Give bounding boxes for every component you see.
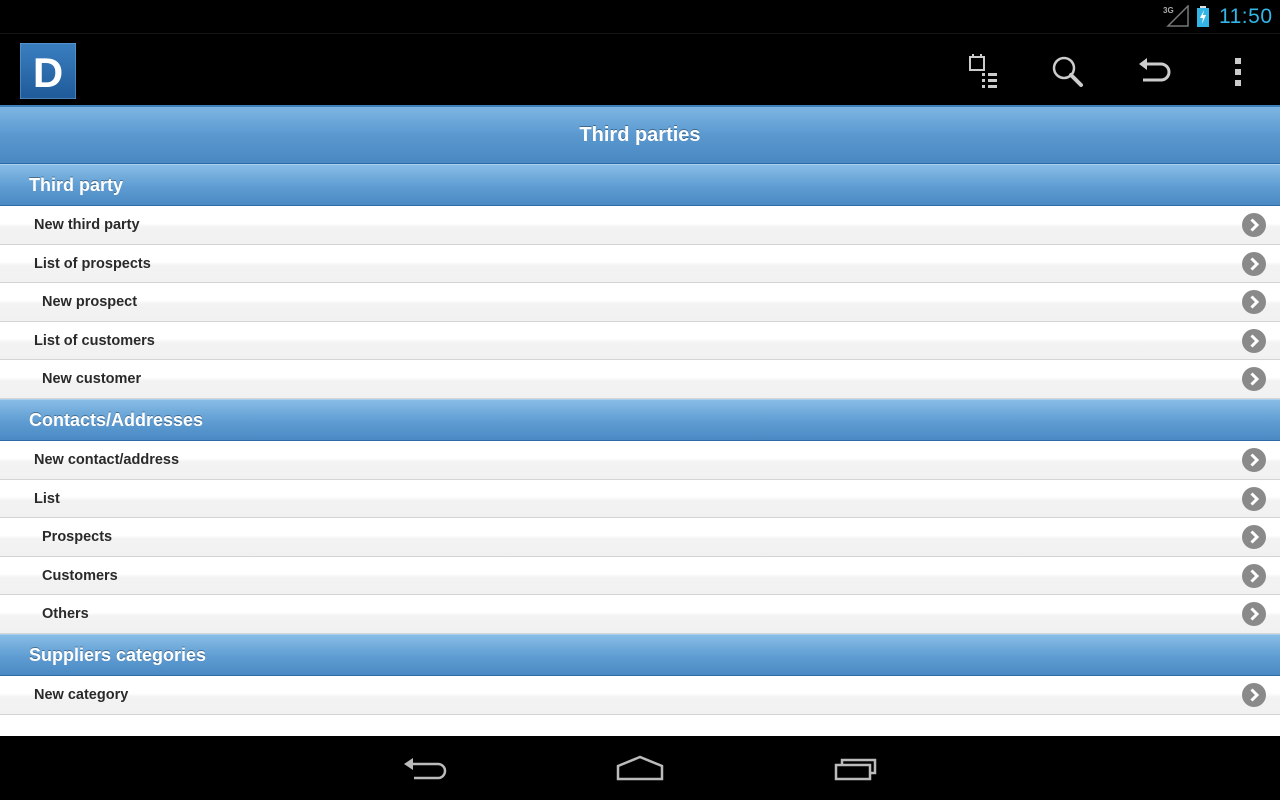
action-bar: D (0, 33, 1280, 105)
menu-item-label: New prospect (42, 294, 138, 311)
battery-charging-icon (1197, 6, 1209, 27)
chevron-right-icon (1242, 447, 1266, 472)
menu-item-list[interactable]: List (0, 479, 1280, 519)
chevron-right-icon (1242, 525, 1266, 550)
menu-item-label: Customers (42, 567, 118, 584)
menu-item-new-third-party[interactable]: New third party (0, 206, 1280, 245)
menu-item-new-prospect[interactable]: New prospect (0, 283, 1280, 322)
signal-icon: 3G (1163, 5, 1189, 27)
undo-icon[interactable] (1131, 50, 1175, 94)
calendar-list-icon[interactable] (962, 50, 1006, 94)
chevron-right-icon (1242, 290, 1266, 315)
chevron-right-icon (1242, 682, 1266, 707)
menu-item-label: Prospects (42, 529, 113, 546)
page-title: Third parties (0, 105, 1280, 164)
menu-item-new-customer[interactable]: New customer (0, 360, 1280, 399)
menu-item-label: New contact/address (34, 451, 180, 468)
status-clock: 11:50 (1219, 5, 1273, 28)
menu-item-label: Others (42, 606, 89, 623)
chevron-right-icon (1242, 328, 1266, 353)
system-nav-bar (0, 736, 1280, 800)
overflow-menu-icon[interactable] (1216, 50, 1260, 94)
svg-text:D: D (33, 49, 63, 96)
status-bar: 3G 11:50 (0, 0, 1280, 33)
chevron-right-icon (1242, 367, 1266, 392)
menu-item-label: List of prospects (34, 255, 151, 272)
menu-item-list-of-customers[interactable]: List of customers (0, 321, 1280, 361)
chevron-right-icon (1242, 602, 1266, 627)
section-header-third-party: Third party (0, 164, 1280, 206)
menu-item-label: List (34, 490, 60, 507)
menu-item-list-of-prospects[interactable]: List of prospects (0, 244, 1280, 284)
section-header-suppliers-categories: Suppliers categories (0, 633, 1280, 676)
recent-apps-icon[interactable] (833, 750, 881, 786)
chevron-right-icon (1242, 213, 1266, 237)
menu-item-new-category[interactable]: New category (0, 675, 1280, 715)
menu-item-label: List of customers (34, 332, 155, 349)
app-logo[interactable]: D (20, 43, 76, 99)
back-icon[interactable] (400, 750, 448, 786)
chevron-right-icon (1242, 251, 1266, 276)
chevron-right-icon (1242, 563, 1266, 588)
menu-item-customers[interactable]: Customers (0, 556, 1280, 596)
chevron-right-icon (1242, 486, 1266, 511)
menu-item-label: New customer (42, 371, 142, 388)
menu-item-new-contact-address[interactable]: New contact/address (0, 440, 1280, 480)
home-icon[interactable] (616, 750, 664, 786)
menu-item-prospects[interactable]: Prospects (0, 518, 1280, 557)
menu-item-others[interactable]: Others (0, 595, 1280, 634)
section-header-contacts-addresses: Contacts/Addresses (0, 398, 1280, 441)
menu-item-label: New third party (34, 217, 140, 233)
content-area: Third parties Third party New third part… (0, 105, 1280, 736)
search-icon[interactable] (1046, 50, 1090, 94)
svg-text:3G: 3G (1163, 6, 1174, 15)
menu-item-label: New category (34, 686, 129, 703)
